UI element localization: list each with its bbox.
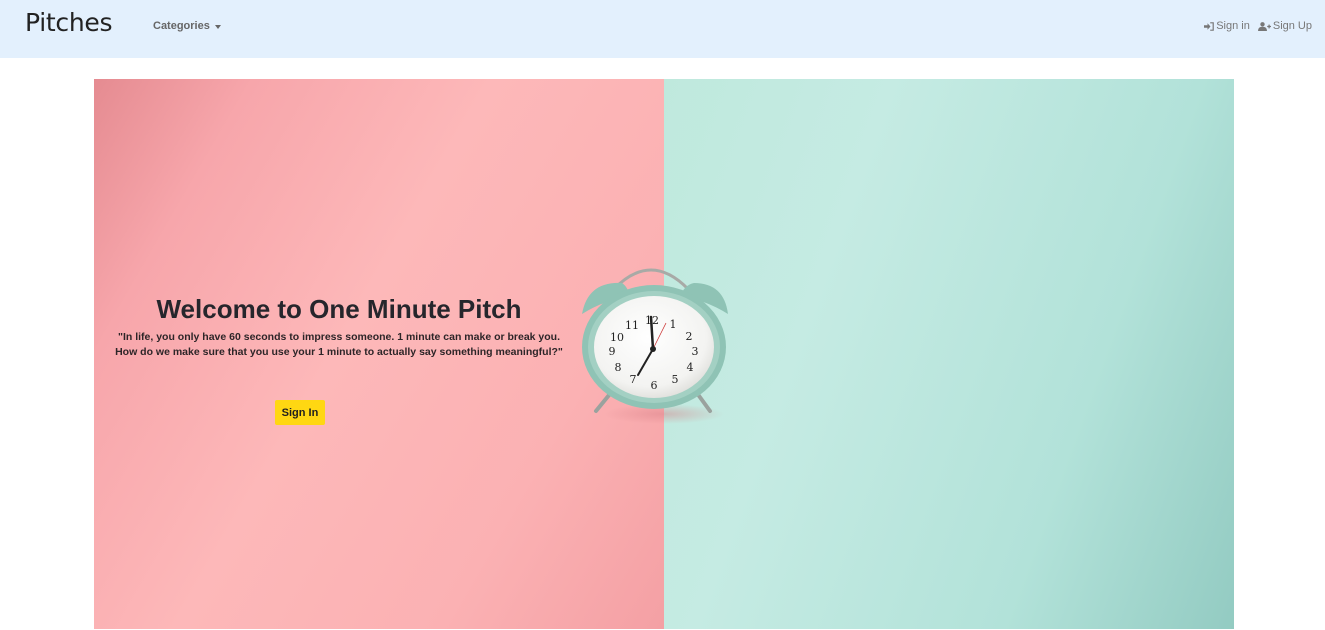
signup-label: Sign Up	[1272, 20, 1312, 32]
clock-number: 5	[672, 373, 679, 386]
caret-down-icon	[214, 24, 221, 29]
sign-in-button[interactable]: Sign In	[275, 400, 325, 425]
clock-number: 7	[630, 373, 637, 386]
brand-logo[interactable]: Pitches	[25, 8, 112, 37]
clock-number: 2	[686, 330, 693, 343]
hero-title: Welcome to One Minute Pitch	[156, 294, 522, 324]
auth-links: Sign in Sign Up	[1204, 20, 1312, 32]
hero-quote-line1: "In life, you only have 60 seconds to im…	[117, 331, 561, 343]
clock-number: 9	[609, 345, 616, 358]
alarm-clock-icon: 12 1 2 3 4 5 6 7 8 9 10 11	[582, 268, 728, 424]
clock-number: 11	[625, 319, 639, 332]
categories-dropdown[interactable]: Categories	[153, 20, 221, 32]
hero-mint-panel	[664, 79, 1234, 629]
hero-banner: 12 1 2 3 4 5 6 7 8 9 10 11 Welcome to On…	[94, 79, 1234, 629]
user-plus-icon	[1257, 21, 1271, 31]
signin-label: Sign in	[1216, 20, 1250, 32]
clock-number: 4	[687, 361, 694, 374]
clock-number: 10	[610, 331, 624, 344]
clock-number: 8	[615, 361, 622, 374]
clock-number: 3	[692, 345, 699, 358]
clock-number: 1	[670, 318, 677, 331]
categories-label: Categories	[153, 20, 210, 32]
hero-text-block: Welcome to One Minute Pitch "In life, yo…	[94, 294, 584, 360]
signin-link[interactable]: Sign in	[1204, 20, 1250, 32]
hero-quote-line2: How do we make sure that you use your 1 …	[115, 346, 563, 358]
clock-number: 6	[651, 379, 658, 392]
signup-link[interactable]: Sign Up	[1257, 20, 1312, 32]
sign-in-icon	[1204, 21, 1215, 31]
top-navbar: Pitches Categories Sign in Sign Up	[0, 0, 1325, 58]
